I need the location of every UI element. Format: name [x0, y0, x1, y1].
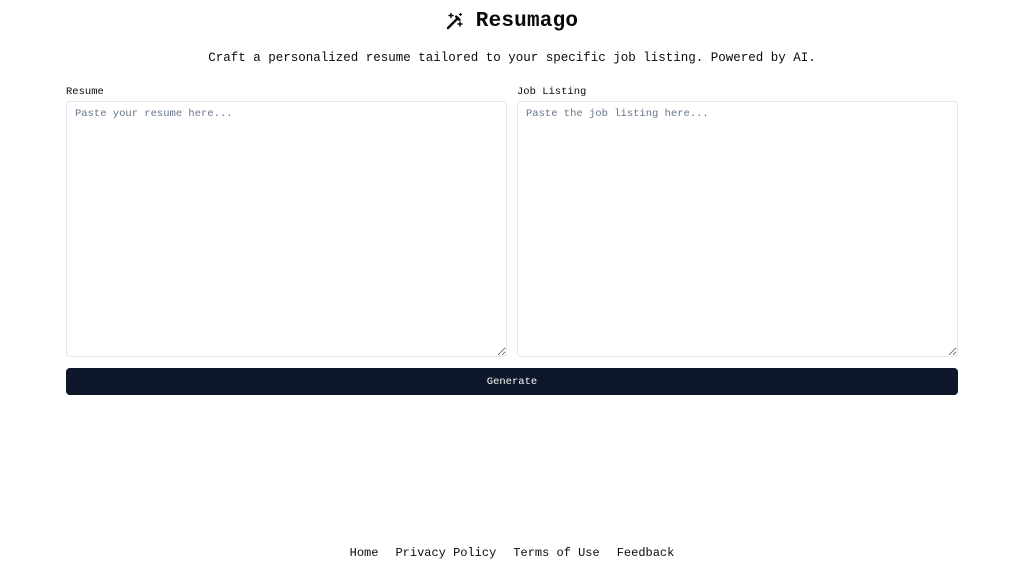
page: Resumago Craft a personalized resume tai… [0, 0, 1024, 576]
footer-link-terms-of-use[interactable]: Terms of Use [513, 546, 599, 560]
resume-textarea[interactable] [66, 101, 507, 357]
footer-link-feedback[interactable]: Feedback [617, 546, 675, 560]
tagline: Craft a personalized resume tailored to … [208, 51, 816, 65]
footer-link-privacy-policy[interactable]: Privacy Policy [395, 546, 496, 560]
job-listing-label: Job Listing [517, 86, 587, 98]
magic-wand-icon [446, 12, 464, 30]
job-listing-field: Job Listing [517, 86, 958, 357]
footer-nav: Home Privacy Policy Terms of Use Feedbac… [0, 546, 1024, 560]
resume-field: Resume [66, 86, 507, 357]
resume-label: Resume [66, 86, 104, 98]
generate-button[interactable]: Generate [66, 368, 958, 395]
app-title: Resumago [475, 9, 579, 33]
header: Resumago [0, 8, 1024, 34]
job-listing-textarea[interactable] [517, 101, 958, 357]
footer-link-home[interactable]: Home [350, 546, 379, 560]
